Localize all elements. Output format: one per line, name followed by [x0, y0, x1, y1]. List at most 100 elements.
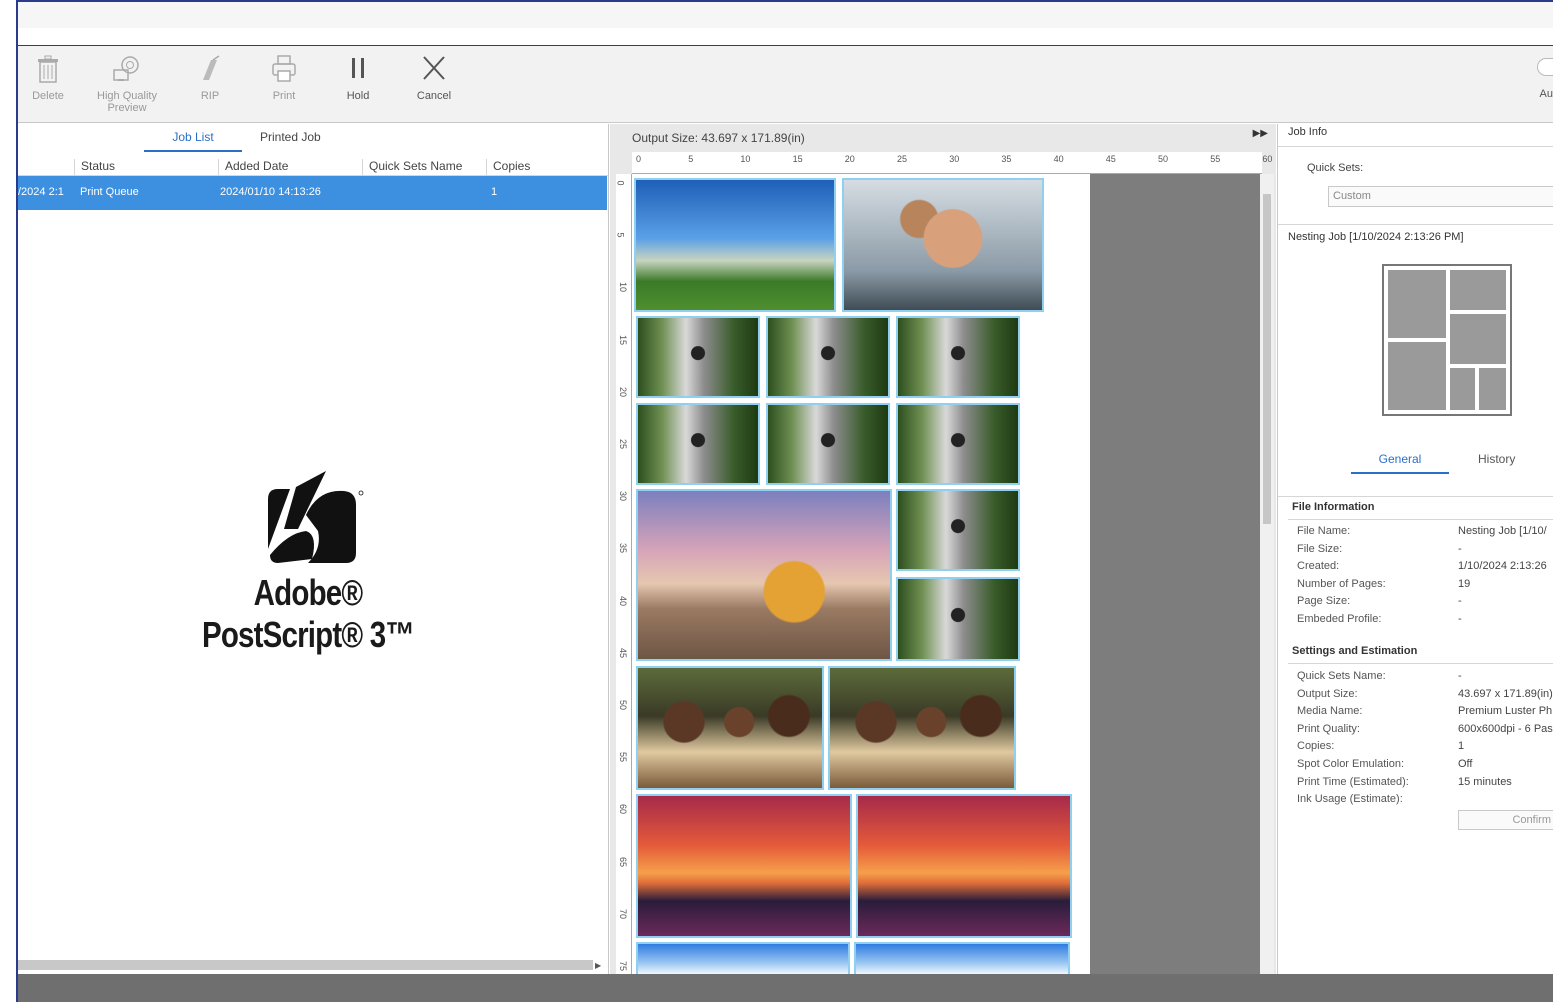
confirm-button[interactable]: Confirm — [1458, 810, 1553, 830]
info-value: 600x600dpi - 6 Pas — [1458, 722, 1553, 735]
cell-status: Print Queue — [80, 186, 139, 198]
image-tile-clouds[interactable] — [636, 942, 850, 978]
hold-button[interactable]: Hold — [338, 54, 378, 102]
image-tile-street[interactable] — [766, 316, 890, 398]
image-tile-mosque[interactable] — [636, 489, 892, 661]
print-button[interactable]: Print — [264, 54, 304, 102]
ruler-tick-label: 10 — [740, 154, 751, 164]
layout-preview-panel: Output Size: 43.697 x 171.89(in) ▶▶ 0 5 10… — [610, 124, 1276, 978]
info-key: File Name: — [1297, 525, 1351, 537]
col-quick-sets-name[interactable]: Quick Sets Name — [362, 159, 486, 176]
divider — [1278, 146, 1553, 147]
ruler-tick-label: 40 — [618, 595, 629, 606]
ruler-tick-label: 35 — [618, 543, 629, 554]
info-key: Output Size: — [1297, 687, 1358, 700]
ruler-tick-label: 10 — [618, 282, 629, 293]
image-tile-street[interactable] — [636, 316, 760, 398]
expand-panel-icon[interactable]: ▶▶ — [1253, 128, 1268, 139]
image-tile-street[interactable] — [896, 577, 1020, 661]
ruler-tick-label: 20 — [618, 386, 629, 397]
postscript-logo: Adobe® PostScript® 3™ — [178, 469, 438, 656]
ruler-tick-label: 35 — [1001, 154, 1012, 164]
ruler-tick-label: 30 — [949, 154, 960, 164]
ruler-tick-label: 50 — [1158, 154, 1169, 164]
cancel-button[interactable]: Cancel — [412, 54, 456, 102]
image-tile-street[interactable] — [766, 403, 890, 485]
divider — [1288, 519, 1553, 520]
ruler-tick-label: 20 — [844, 154, 855, 164]
ruler-tick-label: 55 — [618, 752, 629, 763]
image-tile-street[interactable] — [896, 316, 1020, 398]
info-key: File Size: — [1297, 542, 1343, 555]
media-canvas[interactable] — [632, 174, 1090, 978]
ruler-tick-label: 45 — [1105, 154, 1116, 164]
ruler-tick-label: 0 — [636, 154, 642, 164]
ruler-tick-label: 25 — [897, 154, 908, 164]
info-value: 1 — [1458, 740, 1465, 753]
delete-button[interactable]: Delete — [28, 54, 68, 102]
rip-button[interactable]: RIP — [190, 54, 230, 102]
ruler-tick-label: 15 — [792, 154, 803, 164]
job-table-header: Status Added Date Quick Sets Name Copies — [18, 156, 608, 176]
settings-estimation-title: Settings and Estimation — [1292, 645, 1418, 657]
scroll-right-arrow-icon[interactable]: ▶ — [595, 961, 601, 970]
auto-toggle[interactable] — [1537, 58, 1553, 76]
ruler-tick-label: 60 — [618, 804, 629, 815]
info-key: Ink Usage (Estimate): — [1297, 793, 1403, 806]
info-key: Print Quality: — [1297, 722, 1360, 735]
image-tile-family[interactable] — [636, 666, 824, 790]
info-key: Embeded Profile: — [1297, 613, 1382, 625]
ruler-tick-label: 45 — [618, 647, 629, 658]
col-added-date[interactable]: Added Date — [218, 159, 362, 176]
info-value: 15 minutes — [1458, 775, 1512, 788]
high-quality-preview-button[interactable]: High Quality Preview — [92, 54, 162, 114]
ruler-tick-label: 70 — [618, 908, 629, 919]
print-label: Print — [272, 90, 296, 102]
image-tile-sunset[interactable] — [636, 794, 852, 938]
tab-job-list[interactable]: Job List — [144, 130, 242, 152]
cell-added-date: 2024/01/10 14:13:26 — [220, 186, 321, 198]
info-value: - — [1458, 542, 1462, 555]
title-bar — [18, 28, 1553, 46]
high-quality-preview-label: High Quality Preview — [97, 90, 157, 114]
image-tile-street[interactable] — [636, 403, 760, 485]
image-tile-portrait[interactable] — [842, 178, 1044, 312]
table-row[interactable]: /2024 2:1 Print Queue 2024/01/10 14:13:2… — [18, 176, 607, 210]
info-value: - — [1458, 613, 1462, 625]
divider — [1278, 224, 1553, 225]
info-key: Media Name: — [1297, 705, 1363, 718]
info-value: 1/10/2024 2:13:26 — [1458, 560, 1547, 573]
status-bar — [18, 974, 1553, 1002]
vertical-ruler: 0 5 10 15 20 25 30 35 40 45 50 55 60 65 70 75 — [616, 174, 632, 974]
ruler-tick-label: 25 — [618, 438, 629, 450]
rip-icon — [203, 55, 220, 80]
tab-history[interactable]: History — [1478, 452, 1515, 472]
vertical-scrollbar[interactable] — [1260, 174, 1274, 974]
layout-thumbnail — [1382, 264, 1512, 416]
info-key: Copies: — [1297, 740, 1335, 753]
col-status[interactable]: Status — [74, 159, 218, 176]
ruler-tick-label: 40 — [1053, 154, 1064, 164]
thumb-block — [1388, 342, 1446, 410]
quick-sets-select[interactable]: Custom — [1328, 186, 1553, 207]
image-tile-sunset[interactable] — [856, 794, 1072, 938]
image-tile-family[interactable] — [828, 666, 1016, 790]
thumb-block — [1388, 270, 1446, 338]
image-tile-street[interactable] — [896, 489, 1020, 571]
thumb-block — [1479, 368, 1506, 410]
image-tile-clouds[interactable] — [854, 942, 1070, 978]
ruler-tick-label: 5 — [615, 232, 626, 238]
delete-label: Delete — [32, 90, 64, 102]
ruler-tick-label: 50 — [618, 699, 629, 711]
cancel-label: Cancel — [416, 90, 452, 102]
tab-printed-job[interactable]: Printed Job — [260, 130, 321, 150]
thumb-block — [1450, 314, 1506, 364]
info-value: Off — [1458, 758, 1473, 770]
col-copies[interactable]: Copies — [486, 159, 608, 176]
tab-general[interactable]: General — [1351, 452, 1449, 474]
vertical-scrollbar-thumb[interactable] — [1263, 194, 1271, 524]
image-tile-street[interactable] — [896, 403, 1020, 485]
info-key: Number of Pages: — [1297, 577, 1386, 590]
image-tile-pisa[interactable] — [634, 178, 836, 312]
horizontal-scrollbar[interactable] — [18, 960, 593, 970]
